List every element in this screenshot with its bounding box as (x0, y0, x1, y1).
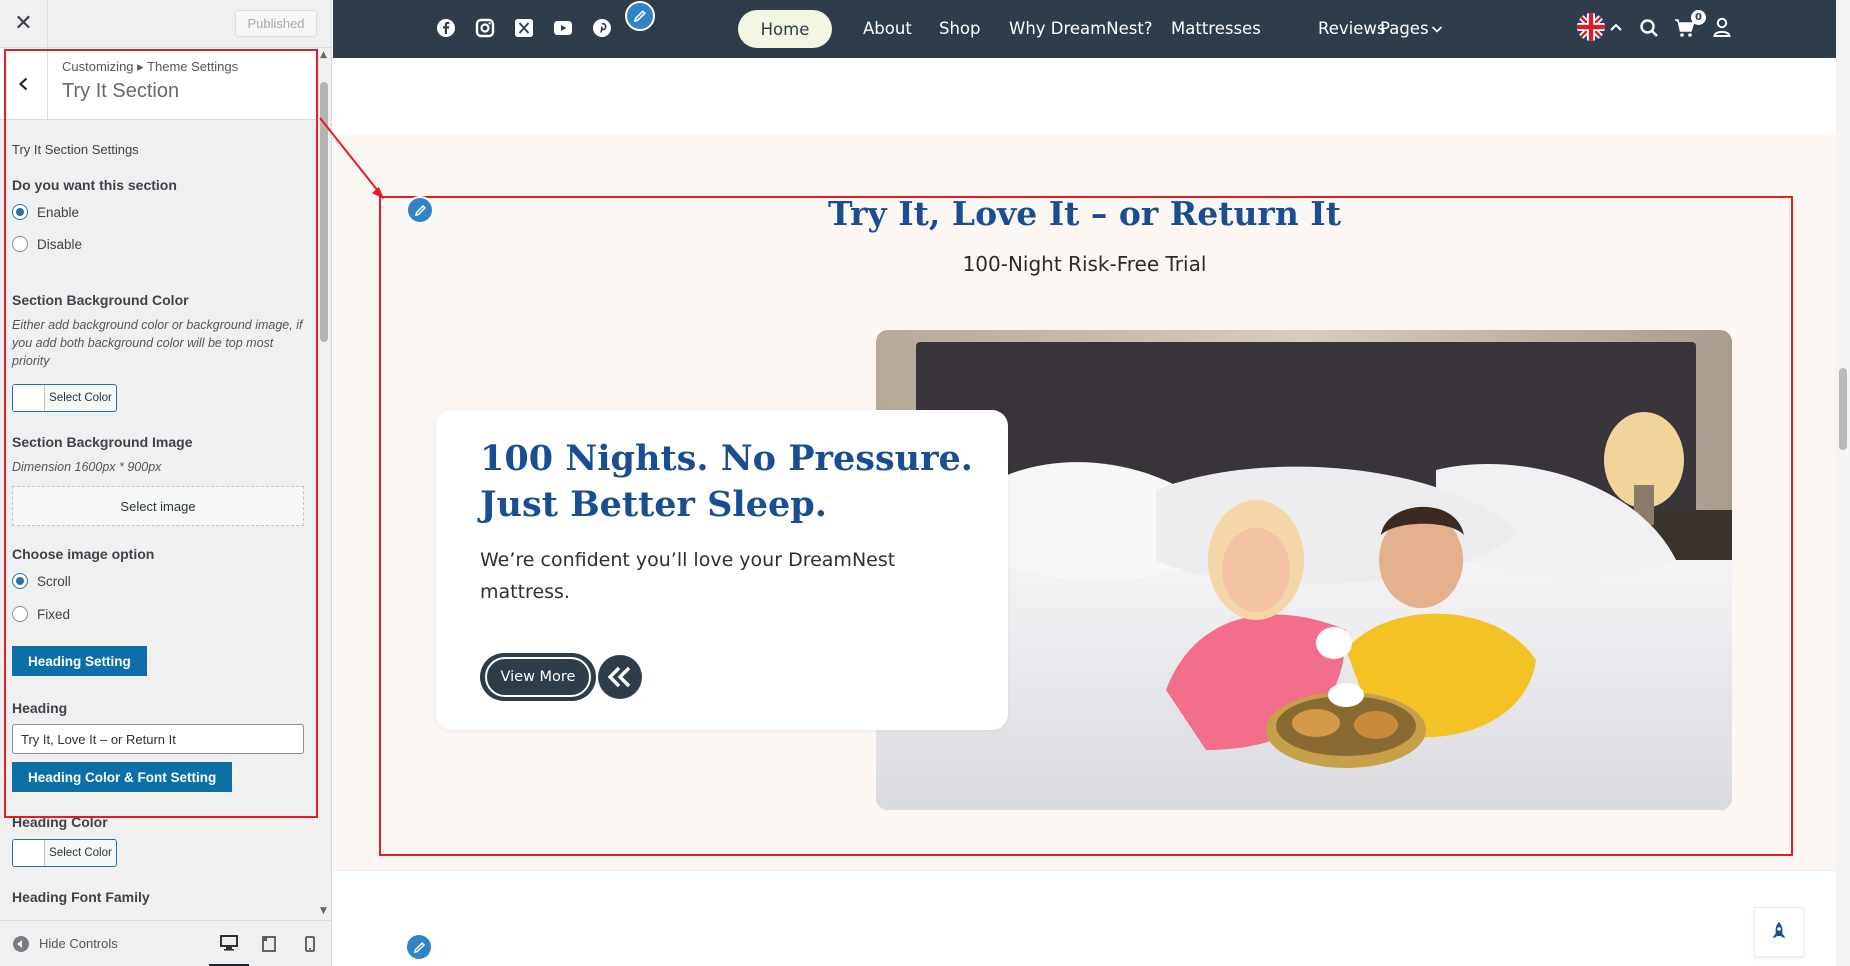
bg-select-color-label: Select Color (49, 392, 112, 404)
heading-setting-button[interactable]: Heading Setting (12, 646, 147, 676)
mobile-icon (305, 936, 315, 952)
section-heading: Try It, Love It – or Return It (828, 194, 1341, 233)
user-icon[interactable] (1713, 17, 1731, 37)
device-mobile-button[interactable] (290, 921, 330, 966)
bg-image-label: Section Background Image (12, 434, 193, 450)
nav-item-about[interactable]: About (863, 19, 912, 38)
tablet-icon (262, 936, 276, 952)
radio-fixed-label: Fixed (37, 606, 71, 622)
nav-item-home[interactable]: Home (738, 10, 832, 48)
close-customizer-button[interactable]: ✕ (0, 0, 48, 47)
radio-scroll[interactable]: Scroll (12, 571, 306, 591)
double-chevron-left-icon (607, 666, 631, 688)
chevron-down-icon (1431, 25, 1442, 33)
section-subheading: 100-Night Risk-Free Trial (962, 252, 1207, 276)
scroll-up-arrow-icon[interactable]: ▲ (320, 50, 327, 60)
heading-color-swatch (13, 840, 45, 866)
preview-scrollbar-thumb[interactable] (1839, 368, 1847, 450)
nav-item-why-dreamnest[interactable]: Why DreamNest? (1009, 19, 1153, 38)
edit-shortcut-nav[interactable] (625, 1, 655, 31)
nav-item-reviews[interactable]: Reviews (1318, 19, 1385, 38)
heading-label: Heading (12, 700, 68, 716)
promo-card: 100 Nights. No Pressure. Just Better Sle… (436, 410, 1008, 730)
cart-count-badge: 0 (1691, 10, 1706, 25)
bg-color-label: Section Background Color (12, 292, 189, 308)
radio-enable[interactable]: Enable (12, 202, 306, 222)
view-more-button[interactable]: View More (480, 653, 596, 701)
radio-disable[interactable]: Disable (12, 234, 306, 254)
uk-flag-icon[interactable] (1576, 12, 1606, 42)
cart-button[interactable]: 0 (1674, 10, 1708, 42)
bg-color-swatch (13, 385, 45, 411)
radio-fixed[interactable]: Fixed (12, 604, 306, 624)
device-tablet-button[interactable] (249, 921, 289, 966)
device-desktop-button[interactable] (209, 921, 249, 966)
instagram-icon[interactable] (475, 18, 495, 38)
facebook-icon[interactable] (436, 18, 456, 38)
promo-card-text: We’re confident you’ll love your DreamNe… (480, 549, 896, 603)
heading-color-label: Heading Color (12, 814, 108, 830)
customizer-panel: Customizing ▸ Theme Settings Try It Sect… (0, 48, 318, 920)
hide-controls-label: Hide Controls (39, 936, 118, 951)
customizer-footer: Hide Controls (0, 920, 331, 966)
radio-scroll-label: Scroll (37, 573, 71, 589)
pencil-icon (633, 10, 646, 23)
collapse-arrow-icon (13, 935, 29, 952)
view-more-arrow-button[interactable] (598, 655, 642, 699)
radio-enable-input[interactable] (12, 204, 28, 220)
nav-item-mattresses[interactable]: Mattresses (1171, 19, 1261, 38)
select-image-button[interactable]: Select image (12, 486, 304, 526)
site-preview: Home About Shop Why DreamNest? Mattresse… (333, 0, 1850, 966)
close-icon: ✕ (14, 11, 33, 36)
customizer-top-bar: ✕ Published (0, 0, 331, 48)
bg-color-description: Either add background color or backgroun… (12, 318, 303, 368)
image-option-label: Choose image option (12, 546, 155, 562)
chevron-left-icon (18, 77, 27, 91)
scroll-down-arrow-icon[interactable]: ▼ (320, 906, 327, 916)
radio-disable-input[interactable] (12, 236, 28, 252)
section-header: Customizing ▸ Theme Settings Try It Sect… (0, 48, 318, 120)
bg-image-description: Dimension 1600px * 900px (12, 460, 162, 474)
sidebar-scrollbar-thumb[interactable] (320, 82, 328, 342)
desktop-icon (220, 934, 238, 951)
bg-color-picker-button[interactable]: Select Color (12, 384, 117, 412)
site-header-nav: Home About Shop Why DreamNest? Mattresse… (333, 0, 1836, 58)
radio-enable-label: Enable (37, 204, 80, 220)
nav-item-shop[interactable]: Shop (939, 19, 981, 38)
sidebar-scrollbar[interactable]: ▲ ▼ (318, 48, 331, 920)
heading-font-family-label: Heading Font Family (12, 889, 150, 905)
preview-scrollbar[interactable] (1836, 0, 1850, 966)
section-title: Try It Section (62, 80, 180, 102)
settings-heading: Try It Section Settings (12, 142, 139, 157)
view-more-label: View More (485, 657, 591, 697)
breadcrumb: Customizing ▸ Theme Settings (62, 59, 239, 74)
edit-shortcut-next-section[interactable] (405, 933, 433, 961)
radio-fixed-input[interactable] (12, 606, 28, 622)
customizer-sidebar: ✕ Published Customizing ▸ Theme Settings… (0, 0, 332, 966)
promo-card-title: 100 Nights. No Pressure. Just Better Sle… (480, 438, 973, 525)
back-button[interactable] (0, 48, 48, 120)
enable-section-label: Do you want this section (12, 177, 177, 193)
heading-input[interactable] (12, 724, 304, 754)
try-it-section: Try It, Love It – or Return It 100-Night… (333, 134, 1836, 870)
rocket-icon (1772, 922, 1786, 938)
back-to-top-button[interactable] (1754, 907, 1804, 957)
x-icon[interactable] (514, 18, 534, 38)
search-icon[interactable] (1639, 18, 1659, 38)
pencil-icon (413, 941, 425, 953)
published-button[interactable]: Published (235, 10, 317, 37)
heading-select-color-label: Select Color (49, 847, 112, 859)
youtube-icon[interactable] (553, 18, 573, 38)
nav-item-pages-label: Pages (1380, 19, 1429, 38)
radio-scroll-input[interactable] (12, 573, 28, 589)
hide-controls-button[interactable]: Hide Controls (13, 935, 118, 952)
radio-disable-label: Disable (37, 236, 83, 252)
heading-color-picker-button[interactable]: Select Color (12, 839, 117, 867)
heading-color-font-button[interactable]: Heading Color & Font Setting (12, 762, 233, 792)
chevron-up-icon[interactable] (1609, 21, 1623, 33)
next-section (333, 870, 1836, 966)
pinterest-icon[interactable] (592, 18, 612, 38)
nav-item-pages[interactable]: Pages (1380, 19, 1443, 38)
